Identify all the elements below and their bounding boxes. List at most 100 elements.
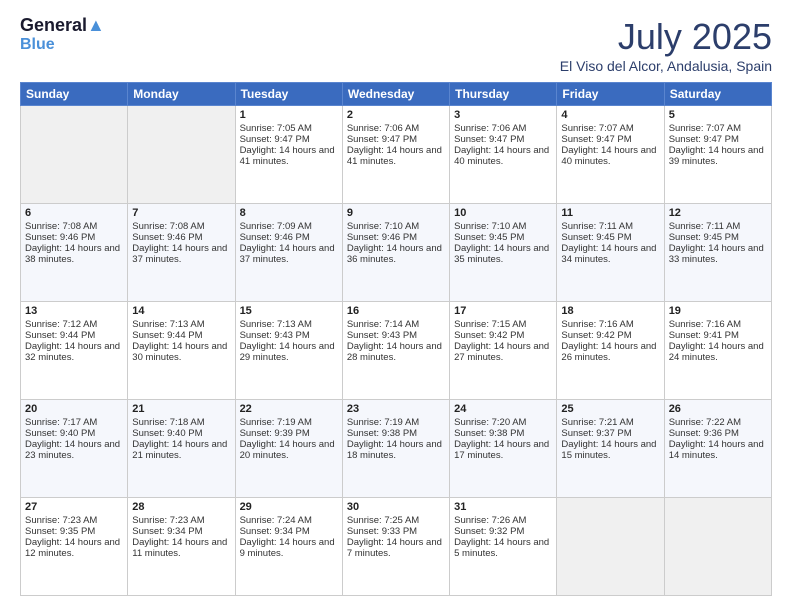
sunrise-text: Sunrise: 7:09 AM <box>240 221 338 232</box>
sunrise-text: Sunrise: 7:08 AM <box>25 221 123 232</box>
calendar-cell: 19Sunrise: 7:16 AMSunset: 9:41 PMDayligh… <box>664 302 771 400</box>
calendar-cell: 21Sunrise: 7:18 AMSunset: 9:40 PMDayligh… <box>128 400 235 498</box>
sunset-text: Sunset: 9:42 PM <box>561 330 659 341</box>
sunset-text: Sunset: 9:45 PM <box>454 232 552 243</box>
daylight-text: Daylight: 14 hours and 24 minutes. <box>669 341 767 363</box>
calendar-cell: 5Sunrise: 7:07 AMSunset: 9:47 PMDaylight… <box>664 106 771 204</box>
daylight-text: Daylight: 14 hours and 27 minutes. <box>454 341 552 363</box>
calendar-cell: 17 Sunrise: 7:15 AMSunset: 9:42 PMDayligh… <box>450 302 557 400</box>
day-number: 15 <box>240 305 338 317</box>
weekday-header-friday: Friday <box>557 83 664 106</box>
day-number: 24 <box>454 403 552 415</box>
day-number: 4 <box>561 109 659 121</box>
sunset-text: Sunset: 9:42 PM <box>454 330 552 341</box>
calendar-table: SundayMondayTuesdayWednesdayThursdayFrid… <box>20 82 772 596</box>
calendar-cell <box>21 106 128 204</box>
sunset-text: Sunset: 9:46 PM <box>25 232 123 243</box>
sunrise-text: Sunrise: 7:26 AM <box>454 515 552 526</box>
daylight-text: Daylight: 14 hours and 9 minutes. <box>240 537 338 559</box>
daylight-text: Daylight: 14 hours and 26 minutes. <box>561 341 659 363</box>
sunrise-text: Sunrise: 7:07 AM <box>669 123 767 134</box>
day-number: 7 <box>132 207 230 219</box>
daylight-text: Daylight: 14 hours and 39 minutes. <box>669 145 767 167</box>
sunrise-text: Sunrise: 7:23 AM <box>132 515 230 526</box>
weekday-header-saturday: Saturday <box>664 83 771 106</box>
calendar-cell: 11Sunrise: 7:11 AMSunset: 9:45 PMDayligh… <box>557 204 664 302</box>
calendar-cell: 29Sunrise: 7:24 AMSunset: 9:34 PMDayligh… <box>235 498 342 596</box>
sunrise-text: Sunrise: 7:11 AM <box>669 221 767 232</box>
sunset-text: Sunset: 9:34 PM <box>132 526 230 537</box>
daylight-text: Daylight: 14 hours and 34 minutes. <box>561 243 659 265</box>
sunset-text: Sunset: 9:40 PM <box>25 428 123 439</box>
calendar-cell: 25Sunrise: 7:21 AMSunset: 9:37 PMDayligh… <box>557 400 664 498</box>
sunset-text: Sunset: 9:44 PM <box>132 330 230 341</box>
sunset-text: Sunset: 9:33 PM <box>347 526 445 537</box>
sunrise-text: Sunrise: 7:17 AM <box>25 417 123 428</box>
calendar-cell: 26Sunrise: 7:22 AMSunset: 9:36 PMDayligh… <box>664 400 771 498</box>
calendar-cell: 6Sunrise: 7:08 AMSunset: 9:46 PMDaylight… <box>21 204 128 302</box>
daylight-text: Daylight: 14 hours and 23 minutes. <box>25 439 123 461</box>
sunrise-text: Sunrise: 7:13 AM <box>240 319 338 330</box>
sunrise-text: Sunrise: 7:19 AM <box>240 417 338 428</box>
sunrise-text: Sunrise: 7:10 AM <box>454 221 552 232</box>
calendar-cell: 9Sunrise: 7:10 AMSunset: 9:46 PMDaylight… <box>342 204 449 302</box>
daylight-text: Daylight: 14 hours and 12 minutes. <box>25 537 123 559</box>
daylight-text: Daylight: 14 hours and 40 minutes. <box>561 145 659 167</box>
daylight-text: Daylight: 14 hours and 40 minutes. <box>454 145 552 167</box>
calendar-cell: 10Sunrise: 7:10 AMSunset: 9:45 PMDayligh… <box>450 204 557 302</box>
sunset-text: Sunset: 9:34 PM <box>240 526 338 537</box>
sunset-text: Sunset: 9:32 PM <box>454 526 552 537</box>
calendar-cell: 14Sunrise: 7:13 AMSunset: 9:44 PMDayligh… <box>128 302 235 400</box>
logo-text-line2: Blue <box>20 36 55 54</box>
daylight-text: Daylight: 14 hours and 32 minutes. <box>25 341 123 363</box>
location-subtitle: El Viso del Alcor, Andalusia, Spain <box>560 58 772 74</box>
sunset-text: Sunset: 9:40 PM <box>132 428 230 439</box>
sunrise-text: Sunrise: 7:06 AM <box>454 123 552 134</box>
calendar-cell: 20Sunrise: 7:17 AMSunset: 9:40 PMDayligh… <box>21 400 128 498</box>
calendar-cell: 22Sunrise: 7:19 AMSunset: 9:39 PMDayligh… <box>235 400 342 498</box>
daylight-text: Daylight: 14 hours and 35 minutes. <box>454 243 552 265</box>
daylight-text: Daylight: 14 hours and 11 minutes. <box>132 537 230 559</box>
calendar-cell <box>557 498 664 596</box>
sunset-text: Sunset: 9:45 PM <box>669 232 767 243</box>
sunrise-text: Sunrise: 7:14 AM <box>347 319 445 330</box>
daylight-text: Daylight: 14 hours and 28 minutes. <box>347 341 445 363</box>
sunset-text: Sunset: 9:47 PM <box>454 134 552 145</box>
sunset-text: Sunset: 9:45 PM <box>561 232 659 243</box>
sunset-text: Sunset: 9:46 PM <box>132 232 230 243</box>
sunrise-text: Sunrise: 7:16 AM <box>561 319 659 330</box>
sunrise-text: Sunrise: 7:07 AM <box>561 123 659 134</box>
daylight-text: Daylight: 14 hours and 29 minutes. <box>240 341 338 363</box>
daylight-text: Daylight: 14 hours and 5 minutes. <box>454 537 552 559</box>
sunset-text: Sunset: 9:46 PM <box>347 232 445 243</box>
day-number: 3 <box>454 109 552 121</box>
sunset-text: Sunset: 9:44 PM <box>25 330 123 341</box>
daylight-text: Daylight: 14 hours and 20 minutes. <box>240 439 338 461</box>
calendar-cell: 24Sunrise: 7:20 AMSunset: 9:38 PMDayligh… <box>450 400 557 498</box>
calendar-cell <box>128 106 235 204</box>
weekday-header-thursday: Thursday <box>450 83 557 106</box>
daylight-text: Daylight: 14 hours and 14 minutes. <box>669 439 767 461</box>
day-number: 17 <box>454 305 552 317</box>
calendar-cell: 16Sunrise: 7:14 AMSunset: 9:43 PMDayligh… <box>342 302 449 400</box>
sunset-text: Sunset: 9:43 PM <box>240 330 338 341</box>
day-number: 13 <box>25 305 123 317</box>
sunset-text: Sunset: 9:37 PM <box>561 428 659 439</box>
day-number: 6 <box>25 207 123 219</box>
day-number: 30 <box>347 501 445 513</box>
day-number: 14 <box>132 305 230 317</box>
sunrise-text: Sunrise: 7:15 AM <box>454 319 552 330</box>
sunset-text: Sunset: 9:47 PM <box>561 134 659 145</box>
calendar-cell: 3 Sunrise: 7:06 AMSunset: 9:47 PMDaylight… <box>450 106 557 204</box>
week-row-3: 20Sunrise: 7:17 AMSunset: 9:40 PMDayligh… <box>21 400 772 498</box>
daylight-text: Daylight: 14 hours and 37 minutes. <box>240 243 338 265</box>
calendar-cell: 28 Sunrise: 7:23 AMSunset: 9:34 PMDayligh… <box>128 498 235 596</box>
sunset-text: Sunset: 9:46 PM <box>240 232 338 243</box>
header: General▲ Blue July 2025 El Viso del Alco… <box>20 16 772 74</box>
day-number: 28 <box>132 501 230 513</box>
weekday-header-tuesday: Tuesday <box>235 83 342 106</box>
calendar-cell: 18Sunrise: 7:16 AMSunset: 9:42 PMDayligh… <box>557 302 664 400</box>
sunset-text: Sunset: 9:36 PM <box>669 428 767 439</box>
logo-triangle-icon: ▲ <box>87 15 105 35</box>
sunrise-text: Sunrise: 7:16 AM <box>669 319 767 330</box>
